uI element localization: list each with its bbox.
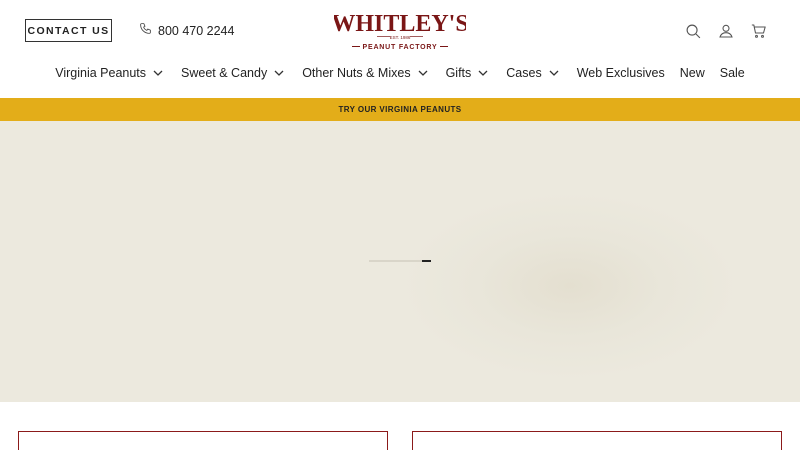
logo-tagline-text: PEANUT FACTORY [363, 44, 438, 51]
featured-card-right[interactable] [412, 431, 782, 450]
nav-item-cases[interactable]: Cases [506, 66, 559, 80]
nav-item-sweet-candy[interactable]: Sweet & Candy [181, 66, 284, 80]
loading-progress-fill [422, 260, 431, 262]
chevron-down-icon[interactable] [274, 70, 284, 76]
nav-item-new[interactable]: New [680, 66, 705, 80]
nav-item-web-exclusives[interactable]: Web Exclusives [577, 66, 665, 80]
featured-card-left[interactable] [18, 431, 388, 450]
promo-bar[interactable]: TRY OUR VIRGINIA PEANUTS [0, 98, 800, 121]
account-icon[interactable] [716, 21, 736, 41]
site-header: CONTACT US 800 470 2244 WHITLEY'S EST. 1… [0, 0, 800, 98]
main-nav: Virginia Peanuts Sweet & Candy Other Nut… [0, 62, 800, 84]
nav-item-label[interactable]: Sweet & Candy [181, 66, 267, 80]
nav-item-label[interactable]: Cases [506, 66, 541, 80]
nav-item-label[interactable]: Web Exclusives [577, 66, 665, 80]
nav-item-label[interactable]: Other Nuts & Mixes [302, 66, 410, 80]
chevron-down-icon[interactable] [418, 70, 428, 76]
contact-us-button[interactable]: CONTACT US [25, 19, 112, 42]
phone-icon [139, 22, 152, 40]
nav-item-label[interactable]: New [680, 66, 705, 80]
hero-slideshow [0, 121, 800, 402]
cart-icon[interactable] [748, 21, 768, 41]
chevron-down-icon[interactable] [549, 70, 559, 76]
nav-item-virginia-peanuts[interactable]: Virginia Peanuts [55, 66, 163, 80]
nav-item-sale[interactable]: Sale [720, 66, 745, 80]
search-icon[interactable] [683, 21, 703, 41]
promo-text[interactable]: TRY OUR VIRGINIA PEANUTS [338, 105, 461, 114]
nav-item-label[interactable]: Gifts [446, 66, 472, 80]
nav-item-gifts[interactable]: Gifts [446, 66, 489, 80]
phone-link[interactable]: 800 470 2244 [139, 22, 234, 39]
nav-item-label[interactable]: Virginia Peanuts [55, 66, 146, 80]
whitleys-logo[interactable]: WHITLEY'S EST. 1986 PEANUT FACTORY [331, 9, 468, 53]
logo-brand-text: WHITLEY'S [334, 11, 466, 37]
nav-item-other-nuts-mixes[interactable]: Other Nuts & Mixes [302, 66, 428, 80]
logo-est-text: EST. 1986 [390, 35, 411, 40]
nav-item-label[interactable]: Sale [720, 66, 745, 80]
chevron-down-icon[interactable] [153, 70, 163, 76]
phone-number[interactable]: 800 470 2244 [158, 24, 234, 38]
chevron-down-icon[interactable] [478, 70, 488, 76]
